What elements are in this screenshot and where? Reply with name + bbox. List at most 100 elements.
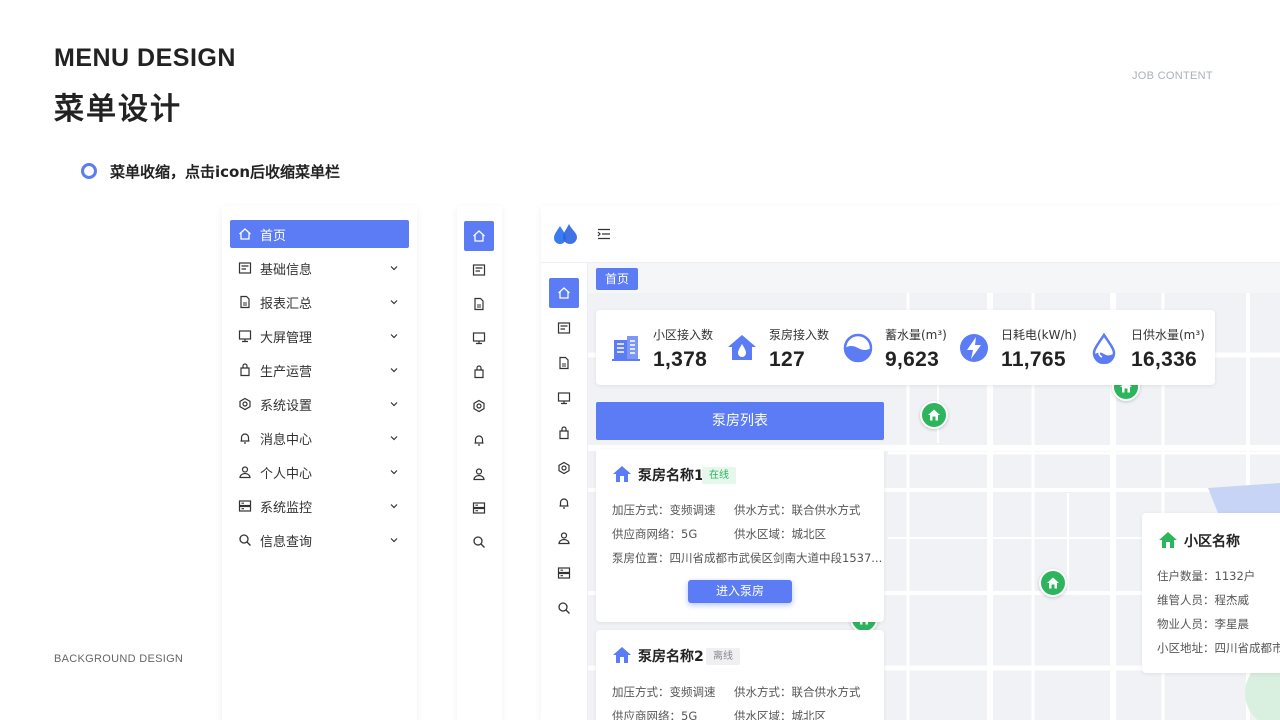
menu-item-label: 个人中心 [260,466,313,482]
stat-label: 小区接入数 [653,328,714,342]
app-side-settings[interactable] [549,453,579,483]
home-icon [613,466,631,482]
menu-item-home[interactable]: 首页 [230,220,409,248]
mini-item-home[interactable] [464,221,494,251]
menu-item-screen[interactable]: 大屏管理 [230,322,409,350]
menu-item-monitoring[interactable]: 系统监控 [230,492,409,520]
stat-value: 11,765 [1001,348,1066,371]
report-file-icon [559,356,569,370]
mini-item-settings[interactable] [464,391,494,421]
menu-item-label: 信息查询 [260,534,313,550]
map-pin-3[interactable] [1039,569,1067,597]
bell-icon [559,498,569,509]
expanded-menu: 首页 基础信息 报表汇总 大屏管理 生产运营 系统设置 消息中心 个人中心 系统… [222,206,417,720]
info-card-icon [238,261,252,275]
menu-item-label: 系统监控 [260,500,313,516]
pump-house-icon [728,335,756,360]
stat-value: 127 [769,348,805,371]
mini-item-basic-info[interactable] [464,255,494,285]
mini-item-messages[interactable] [464,425,494,455]
community-name: 小区名称 [1184,534,1240,550]
chevron-down-icon [389,501,399,511]
mini-item-monitoring[interactable] [464,493,494,523]
settings-hex-icon [558,461,570,475]
bag-icon [238,363,252,377]
mini-item-query[interactable] [464,527,494,557]
mini-item-production[interactable] [464,357,494,387]
water-drop-icon [1092,332,1116,364]
report-file-icon [238,295,252,309]
server-icon [472,502,486,514]
menu-item-label: 大屏管理 [260,330,313,346]
enter-pump-button[interactable]: 进入泵房 [688,580,792,603]
map-pin-1[interactable] [920,401,948,429]
menu-item-production[interactable]: 生产运营 [230,356,409,384]
pump-location: 泵房位置：四川省成都市武侯区剑南大道中段1537... [612,551,883,565]
menu-item-reports[interactable]: 报表汇总 [230,288,409,316]
stat-label: 蓄水量(m³) [885,328,947,342]
monitor-icon [238,329,252,343]
pump-supply-mode: 供水方式：联合供水方式 [734,503,861,517]
monitor-icon [472,332,486,345]
home-icon [1159,532,1177,548]
app-side-messages[interactable] [549,488,579,518]
bell-icon [474,435,484,446]
app-side-monitoring[interactable] [549,558,579,588]
community-address: 小区地址：四川省成都市 [1157,641,1280,655]
building-icon [612,336,640,361]
mini-item-profile[interactable] [464,459,494,489]
community-popup[interactable]: 小区名称 住户数量：1132户 维管人员：程杰威 物业人员：李星晨 小区地址：四… [1142,513,1280,673]
community-maintainer: 维管人员：程杰威 [1157,593,1249,607]
app-main: 首页 小区接入数 1,378 泵房接入数 127 蓄水量(m³) 9,623 日… [588,263,1280,720]
collapse-menu-icon[interactable] [597,228,611,240]
report-file-icon [474,297,484,311]
menu-item-query[interactable]: 信息查询 [230,526,409,554]
menu-item-label: 首页 [260,228,287,244]
settings-hex-icon [473,399,485,413]
footer-label: BACKGROUND DESIGN [54,653,184,665]
status-badge-online: 在线 [702,467,736,484]
chevron-down-icon [389,365,399,375]
home-icon [1047,577,1059,589]
pump-area: 供水区域：城北区 [734,527,826,541]
bell-icon [238,431,252,445]
app-side-home[interactable] [549,278,579,308]
chevron-down-icon [389,467,399,477]
mini-item-reports[interactable] [464,289,494,319]
lightning-icon [960,334,988,362]
user-icon [558,532,570,545]
mini-item-screen[interactable] [464,323,494,353]
stat-label: 泵房接入数 [769,328,830,342]
menu-item-messages[interactable]: 消息中心 [230,424,409,452]
app-side-reports[interactable] [549,348,579,378]
app-side-query[interactable] [549,593,579,623]
pump-list-header[interactable]: 泵房列表 [596,402,884,440]
stat-label: 日供水量(m³) [1131,328,1205,342]
pump-card-2[interactable]: 泵房名称2 离线 加压方式：变频调速 供水方式：联合供水方式 供应商网络：5G … [596,630,884,720]
community-property: 物业人员：李星晨 [1157,617,1249,631]
app-side-basic-info[interactable] [549,313,579,343]
breadcrumb[interactable]: 首页 [596,268,639,290]
app-side-profile[interactable] [549,523,579,553]
pump-area: 供水区域：城北区 [734,709,826,720]
home-icon [558,287,570,299]
bag-icon [474,365,484,379]
search-icon [558,602,570,614]
page-title-cn: 菜单设计 [54,92,182,127]
menu-item-label: 基础信息 [260,262,313,278]
server-icon [557,567,571,579]
app-side-production[interactable] [549,418,579,448]
app-side-screen[interactable] [549,383,579,413]
pump-network: 供应商网络：5G [612,527,698,541]
stat-label: 日耗电(kW/h) [1001,328,1077,342]
home-icon [928,409,940,421]
collapsed-menu [457,206,502,720]
menu-item-label: 系统设置 [260,398,313,414]
job-content-label: JOB CONTENT [1132,70,1213,82]
pump-supply-mode: 供水方式：联合供水方式 [734,685,861,699]
pump-card-1[interactable]: 泵房名称1 在线 加压方式：变频调速 供水方式：联合供水方式 供应商网络：5G … [596,449,884,622]
menu-item-settings[interactable]: 系统设置 [230,390,409,418]
monitor-icon [557,392,571,405]
menu-item-profile[interactable]: 个人中心 [230,458,409,486]
menu-item-basic-info[interactable]: 基础信息 [230,254,409,282]
